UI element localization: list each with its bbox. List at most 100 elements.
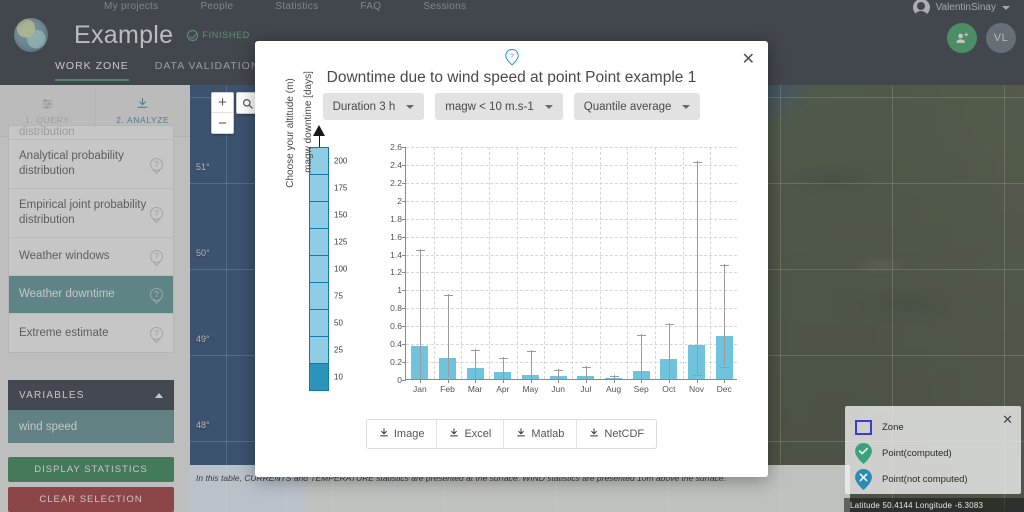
y-axis-tick-mark [402, 147, 406, 148]
error-bar-cap-top [444, 295, 453, 296]
altitude-cell-25[interactable]: 25 [310, 337, 328, 364]
variable-item-wind-speed[interactable]: wind speed [8, 410, 174, 443]
sidebar-item-empirical-joint-probability-distribution[interactable]: Empirical joint probability distribution… [9, 189, 173, 238]
error-bar [697, 161, 698, 373]
global-nav-item-faq[interactable]: FAQ [360, 1, 381, 12]
export-netcdf-button[interactable]: NetCDF [577, 420, 656, 448]
help-icon[interactable]: ? [150, 288, 163, 301]
x-axis-tick-label: Aug [606, 384, 621, 394]
global-nav-item-sessions[interactable]: Sessions [423, 1, 466, 12]
sidebar-item-extreme-estimate[interactable]: Extreme estimate? [9, 314, 173, 352]
sidebar-item-label: Weather downtime [19, 287, 115, 302]
legend-label-point-computed: Point(computed) [882, 448, 952, 459]
y-axis-tick-mark [402, 255, 406, 256]
sidebar-item-weather-downtime[interactable]: Weather downtime? [9, 276, 173, 314]
gridline-vertical [627, 147, 628, 379]
global-nav-item-people[interactable]: People [200, 1, 233, 12]
map-zoom-in-button[interactable]: + [212, 93, 233, 113]
select-threshold[interactable]: magw < 10 m.s-1 [435, 93, 563, 120]
altitude-cell-label: 10 [334, 373, 343, 382]
sidebar-item-distribution[interactable]: distribution [9, 126, 173, 140]
select-duration[interactable]: Duration 3 h [323, 93, 425, 120]
variables-section-header[interactable]: VARIABLES [8, 380, 174, 410]
export-excel-button[interactable]: Excel [437, 420, 504, 448]
sidebar-item-analytical-probability-distribution[interactable]: Analytical probability distribution? [9, 140, 173, 189]
help-icon[interactable]: ? [150, 327, 163, 340]
x-axis-tick-label: Apr [496, 384, 509, 394]
error-bar-cap-top [637, 335, 646, 336]
global-nav-item-my-projects[interactable]: My projects [104, 1, 158, 12]
x-axis-tick-mark [503, 379, 504, 383]
error-bar [531, 350, 532, 379]
help-icon[interactable]: ? [150, 207, 163, 220]
altitude-selector[interactable]: Choose your altitude (m) 200175150125100… [291, 125, 359, 395]
zone-square-icon [855, 420, 872, 435]
sidebar-item-label: Extreme estimate [19, 326, 108, 341]
sidebar-item-label: distribution [19, 126, 75, 140]
error-bar-cap-top [610, 376, 619, 377]
altitude-cell-10[interactable]: 10 [310, 364, 328, 390]
x-axis-tick-mark [641, 379, 642, 383]
tab-work-zone[interactable]: WORK ZONE [55, 60, 129, 81]
y-axis-tick-mark [402, 380, 406, 381]
error-bar-cap-top [527, 351, 536, 352]
export-matlab-button[interactable]: Matlab [504, 420, 577, 448]
x-axis-tick-label: Feb [440, 384, 455, 394]
chart-filters[interactable]: Duration 3 h magw < 10 m.s-1 Quantile aver… [255, 93, 768, 120]
export-image-button[interactable]: Image [367, 420, 438, 448]
altitude-cell-125[interactable]: 125 [310, 229, 328, 256]
error-bar [420, 249, 421, 379]
y-axis-tick-label: 0.2 [390, 357, 402, 367]
map-latitude-label: 48° [196, 420, 210, 430]
application-root: 51°50°49°48° My projectsPeopleStatistics… [0, 0, 1024, 512]
display-statistics-button[interactable]: DISPLAY STATISTICS [8, 457, 174, 482]
check-circle-icon [187, 30, 198, 41]
export-button-label: Excel [464, 428, 491, 440]
global-nav-item-statistics[interactable]: Statistics [275, 1, 318, 12]
legend-row-point-computed: Point(computed) [855, 440, 1011, 466]
altitude-cell-label: 150 [334, 211, 347, 220]
tab-data-validation[interactable]: DATA VALIDATION [155, 60, 260, 81]
avatar[interactable]: VL [986, 23, 1016, 53]
map-zoom-out-button[interactable]: − [212, 113, 233, 133]
analysis-menu[interactable]: distributionAnalytical probability distr… [8, 125, 174, 353]
global-nav[interactable]: My projects People Statistics FAQ Sessions [0, 0, 1024, 12]
altitude-cell-100[interactable]: 100 [310, 256, 328, 283]
help-icon[interactable]: ? [150, 158, 163, 171]
select-statistic[interactable]: Quantile average [574, 93, 701, 120]
chart-plot-area: 00.20.40.60.811.21.41.61.822.22.42.6JanF… [405, 147, 737, 380]
avatar-group: VL [947, 0, 1016, 58]
altitude-label: Choose your altitude (m) [285, 53, 296, 213]
gridline-vertical [683, 147, 684, 379]
left-panel-scroll: distributionAnalytical probability distr… [0, 137, 190, 512]
map-gridline-lon [780, 85, 781, 512]
altitude-cell-label: 125 [334, 238, 347, 247]
export-button-label: Matlab [531, 428, 564, 440]
select-statistic-value: Quantile average [584, 101, 672, 113]
help-icon[interactable]: ? [150, 250, 163, 263]
y-axis-tick-label: 2.2 [390, 178, 402, 188]
altitude-cell-label: 100 [334, 265, 347, 274]
legend-label-point-not-computed: Point(not computed) [882, 474, 968, 485]
y-axis-tick-mark [402, 183, 406, 184]
add-user-button[interactable] [947, 23, 977, 53]
sidebar-item-weather-windows[interactable]: Weather windows? [9, 238, 173, 276]
altitude-cell-75[interactable]: 75 [310, 283, 328, 310]
legend-close-button[interactable]: ✕ [1002, 412, 1013, 428]
close-icon[interactable]: ✕ [742, 53, 755, 67]
help-icon[interactable]: ? [505, 49, 519, 66]
error-bar-cap-top [665, 324, 674, 325]
sidebar-item-label: Weather windows [19, 249, 110, 264]
y-axis-tick-label: 1.2 [390, 267, 402, 277]
gridline-vertical [600, 147, 601, 379]
x-axis-tick-label: Sep [634, 384, 649, 394]
chevron-up-icon [155, 393, 163, 398]
altitude-cell-label: 75 [334, 292, 343, 301]
y-axis-tick-mark [402, 201, 406, 202]
x-axis-tick-label: Nov [689, 384, 704, 394]
clear-selection-button[interactable]: CLEAR SELECTION [8, 487, 174, 512]
map-zoom-controls[interactable]: + − [211, 92, 234, 134]
altitude-cell-50[interactable]: 50 [310, 310, 328, 337]
x-axis-tick-mark [420, 379, 421, 383]
export-buttons[interactable]: Image Excel Matlab NetCDF [255, 419, 768, 449]
